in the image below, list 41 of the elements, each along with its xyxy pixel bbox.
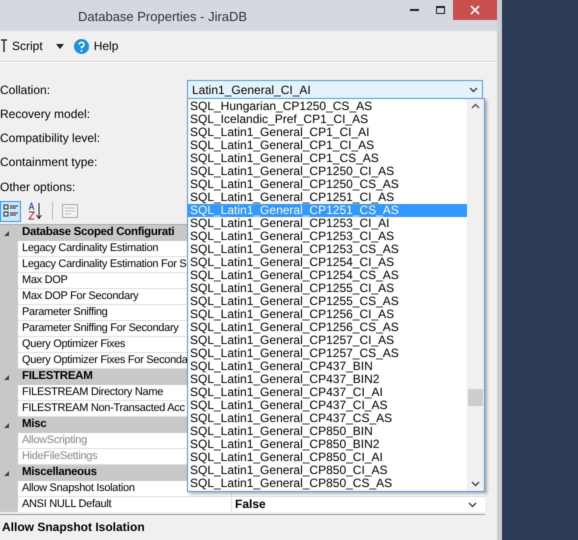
collation-option[interactable]: SQL_Latin1_General_CP1253_CI_AS xyxy=(188,230,467,243)
collation-combo-box[interactable]: Latin1_General_CI_AI xyxy=(187,80,483,100)
sort-alphabetical-icon xyxy=(28,202,44,220)
property-name: ANSI NULL Default xyxy=(18,497,232,512)
category-header: Misc xyxy=(22,417,46,432)
help-icon xyxy=(74,38,89,54)
categorized-view-button[interactable] xyxy=(0,200,21,222)
script-button[interactable]: Script xyxy=(1,35,71,57)
category-header: FILESTREAM xyxy=(22,369,92,384)
collation-option[interactable]: SQL_Latin1_General_CP1_CI_AS xyxy=(188,139,467,152)
categorized-view-icon xyxy=(2,203,18,219)
collation-option[interactable]: SQL_Icelandic_Pref_CP1_CI_AS xyxy=(188,113,467,126)
property-value: False xyxy=(235,497,266,512)
description-title: Allow Snapshot Isolation xyxy=(1,520,145,534)
collation-option[interactable]: SQL_Latin1_General_CP1_CS_AS xyxy=(188,152,467,165)
field-label: Recovery model: xyxy=(0,106,92,123)
window-title: Database Properties - JiraDB xyxy=(78,8,248,26)
collation-option[interactable]: SQL_Latin1_General_CP850_CS_AS xyxy=(188,477,467,490)
collation-option[interactable]: SQL_Latin1_General_CP1253_CI_AI xyxy=(188,217,467,230)
collation-option[interactable]: SQL_Hungarian_CP1250_CS_AS xyxy=(188,100,467,113)
field-label: Compatibility level: xyxy=(0,130,102,147)
category-header: Miscellaneous xyxy=(22,465,97,480)
collation-option[interactable]: SQL_Latin1_General_CP1250_CI_AS xyxy=(188,165,467,178)
collation-option[interactable]: SQL_Latin1_General_CP1250_CS_AS xyxy=(188,178,467,191)
field-label: Other options: xyxy=(0,179,76,196)
scroll-up-icon[interactable] xyxy=(471,103,480,109)
category-header: Database Scoped Configurati xyxy=(22,225,174,240)
caret-icon xyxy=(56,44,64,48)
scroll-down-icon xyxy=(471,481,480,487)
script-icon xyxy=(1,39,7,53)
collation-option[interactable]: SQL_Latin1_General_CP1_CI_AI xyxy=(188,126,467,139)
collation-option[interactable]: SQL_Latin1_General_CP1251_CI_AS xyxy=(188,191,467,204)
collation-option[interactable]: SQL_Latin1_General_CP850_CI_AS xyxy=(188,464,467,477)
scroll-thumb[interactable] xyxy=(468,389,483,406)
close-icon xyxy=(470,5,480,15)
collation-option[interactable]: SQL_Latin1_General_CP437_BIN2 xyxy=(188,373,467,386)
help-button[interactable]: Help xyxy=(74,35,122,57)
field-label: Collation: xyxy=(0,82,52,99)
property-pages-icon xyxy=(62,204,78,218)
close-button[interactable] xyxy=(453,0,497,20)
field-label: Containment type: xyxy=(0,154,98,171)
